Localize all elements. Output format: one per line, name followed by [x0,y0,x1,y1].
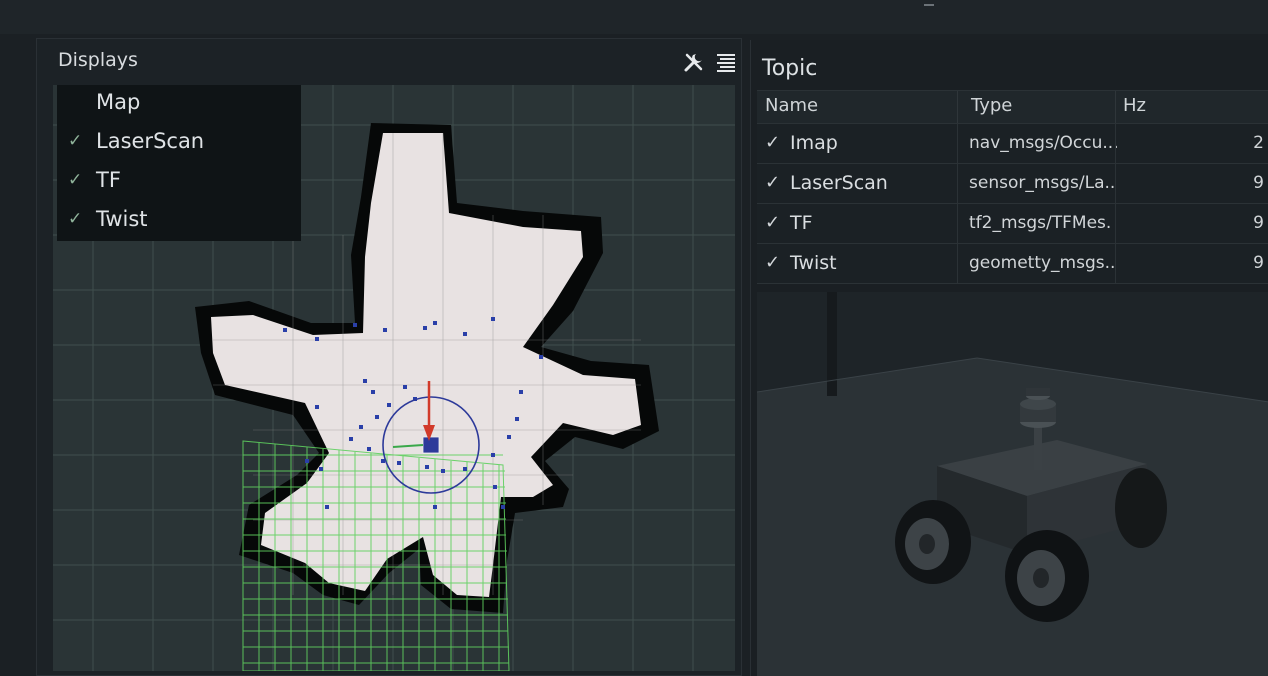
check-icon[interactable]: ✓ [765,212,780,233]
topic-hz: 9 [1253,213,1264,233]
check-icon[interactable]: ✓ [68,209,82,229]
topic-name: Twist [790,252,837,274]
topic-name: Imap [790,132,838,154]
title-bar [0,0,1268,34]
displays-panel: Displays Map ✓ LaserScan ✓ TF ✓ Twist [36,38,742,676]
column-divider [1115,204,1116,243]
display-item-tf[interactable]: ✓ TF [57,163,301,202]
check-icon[interactable]: ✓ [765,132,780,153]
topic-type: geometty_msgs.. [969,253,1116,273]
display-item-laserscan[interactable]: ✓ LaserScan [57,124,301,163]
topic-hz: 9 [1253,253,1264,273]
tools-icon[interactable] [683,51,705,73]
table-row[interactable]: ✓ Twist geometty_msgs.. 9 [757,244,1268,284]
check-icon[interactable]: ✓ [765,172,780,193]
column-divider[interactable] [957,91,958,123]
table-row[interactable]: ✓ LaserScan sensor_msgs/La.. 9 [757,164,1268,204]
column-header-type[interactable]: Type [971,95,1012,116]
check-icon[interactable]: ✓ [68,170,82,190]
table-header: Name Type Hz [757,90,1268,124]
displays-panel-title: Displays [58,49,138,71]
column-divider [957,164,958,203]
topic-panel: Topic Name Type Hz ✓ Imap nav_msgs/Occu.… [750,40,1268,676]
display-item-label: Twist [96,207,148,231]
table-row[interactable]: ✓ Imap nav_msgs/Occu... 2 [757,124,1268,164]
topic-type: sensor_msgs/La.. [969,173,1116,193]
display-item-twist[interactable]: ✓ Twist [57,202,301,241]
check-icon[interactable]: ✓ [765,252,780,273]
column-divider [1115,164,1116,203]
column-header-hz[interactable]: Hz [1123,95,1146,116]
topic-name: TF [790,212,813,234]
column-divider[interactable] [1115,91,1116,123]
topic-panel-title: Topic [762,56,818,81]
column-divider [1115,124,1116,163]
column-divider [1115,244,1116,283]
robot-scene [757,292,1268,676]
topic-hz: 9 [1253,173,1264,193]
check-icon[interactable]: ✓ [68,131,82,151]
column-header-name[interactable]: Name [765,95,818,116]
table-row[interactable]: ✓ TF tf2_msgs/TFMes. 9 [757,204,1268,244]
column-divider [957,204,958,243]
display-item-label: Map [96,90,141,114]
column-divider [957,244,958,283]
topic-name: LaserScan [790,172,888,194]
topic-type: nav_msgs/Occu... [969,133,1119,153]
list-icon[interactable] [715,51,737,73]
window-handle[interactable] [924,4,934,6]
display-item-map[interactable]: Map [57,85,301,124]
topic-table: Name Type Hz ✓ Imap nav_msgs/Occu... 2 ✓… [757,90,1268,284]
display-item-label: LaserScan [96,129,205,153]
column-divider [957,124,958,163]
display-item-label: TF [96,168,121,192]
robot-3d-view[interactable] [757,292,1268,676]
display-list: Map ✓ LaserScan ✓ TF ✓ Twist [57,85,301,241]
topic-type: tf2_msgs/TFMes. [969,213,1112,233]
topic-hz: 2 [1253,133,1264,153]
